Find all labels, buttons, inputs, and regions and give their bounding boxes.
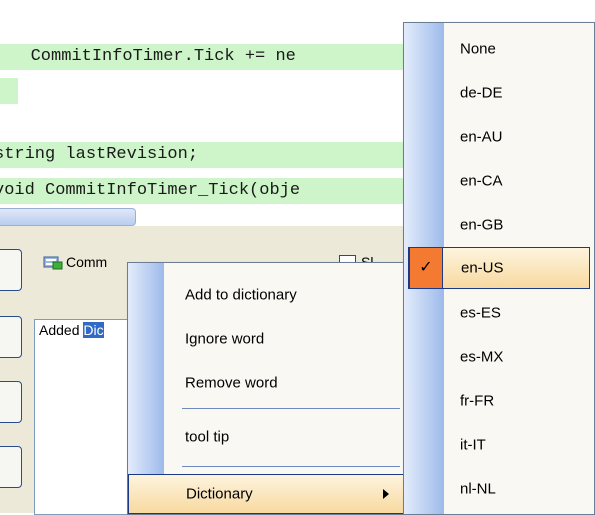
dict-item-nl-nl[interactable]: nl-NL bbox=[404, 467, 594, 511]
commit-button-label: Comm bbox=[66, 254, 108, 270]
menu-item-tool-tip[interactable]: tool tip bbox=[128, 415, 405, 459]
check-icon: ✓ bbox=[409, 247, 443, 289]
dict-item-none[interactable]: None bbox=[404, 27, 594, 71]
dict-item-en-ca[interactable]: en-CA bbox=[404, 159, 594, 203]
menu-item-ignore-word[interactable]: Ignore word bbox=[128, 317, 405, 361]
menu-item-label: Add to dictionary bbox=[185, 286, 297, 304]
dictionary-submenu: None de-DE en-AU en-CA en-GB ✓ en-US es-… bbox=[403, 22, 595, 515]
menu-item-remove-word[interactable]: Remove word bbox=[128, 361, 405, 405]
dict-item-label: en-CA bbox=[460, 172, 503, 190]
dict-item-label: en-GB bbox=[460, 216, 504, 234]
dict-item-label: None bbox=[460, 40, 496, 58]
menu-item-label: Dictionary bbox=[186, 485, 253, 503]
menu-item-add-to-dictionary[interactable]: Add to dictionary bbox=[128, 273, 405, 317]
submenu-arrow-icon bbox=[383, 489, 389, 499]
dict-item-de-de[interactable]: de-DE bbox=[404, 71, 594, 115]
textbox-text: Added bbox=[39, 322, 84, 338]
menu-item-dictionary[interactable]: Dictionary bbox=[128, 474, 405, 514]
dict-item-label: fr-FR bbox=[460, 392, 495, 410]
menu-separator bbox=[182, 466, 400, 467]
dict-item-it-it[interactable]: it-IT bbox=[404, 423, 594, 467]
menu-separator bbox=[182, 408, 400, 409]
dict-item-label: it-IT bbox=[460, 436, 486, 454]
dict-item-label: en-AU bbox=[460, 128, 503, 146]
dict-item-label: es-MX bbox=[460, 348, 504, 366]
dict-item-label: de-DE bbox=[460, 84, 503, 102]
spellcheck-context-menu: Add to dictionary Ignore word Remove wor… bbox=[127, 262, 406, 515]
code-line-2 bbox=[0, 78, 18, 104]
left-side-button-1[interactable] bbox=[0, 249, 22, 291]
dict-item-label: en-US bbox=[461, 259, 504, 277]
dict-item-en-au[interactable]: en-AU bbox=[404, 115, 594, 159]
dict-item-es-es[interactable]: es-ES bbox=[404, 291, 594, 335]
code-line-1: CommitInfoTimer.Tick += ne bbox=[0, 44, 410, 70]
code-line-4: void CommitInfoTimer_Tick(obje bbox=[0, 178, 404, 204]
dict-item-es-mx[interactable]: es-MX bbox=[404, 335, 594, 379]
dict-item-label: nl-NL bbox=[460, 480, 496, 498]
commit-button[interactable]: Comm bbox=[43, 254, 107, 270]
left-side-button-3[interactable] bbox=[0, 381, 22, 423]
left-side-button-4[interactable] bbox=[0, 446, 22, 488]
dict-item-en-gb[interactable]: en-GB bbox=[404, 203, 594, 247]
menu-item-label: Ignore word bbox=[185, 330, 265, 348]
dict-item-fr-fr[interactable]: fr-FR bbox=[404, 379, 594, 423]
dict-item-label: es-ES bbox=[460, 304, 501, 322]
textbox-selected-text: Dic bbox=[83, 322, 104, 338]
commit-icon bbox=[43, 254, 63, 270]
menu-item-label: Remove word bbox=[185, 374, 278, 392]
left-side-button-2[interactable] bbox=[0, 316, 22, 358]
code-line-3: string lastRevision; bbox=[0, 142, 404, 168]
dict-item-en-us[interactable]: ✓ en-US bbox=[408, 247, 590, 289]
horizontal-scrollbar-thumb[interactable] bbox=[0, 208, 136, 226]
menu-item-label: tool tip bbox=[185, 428, 230, 446]
